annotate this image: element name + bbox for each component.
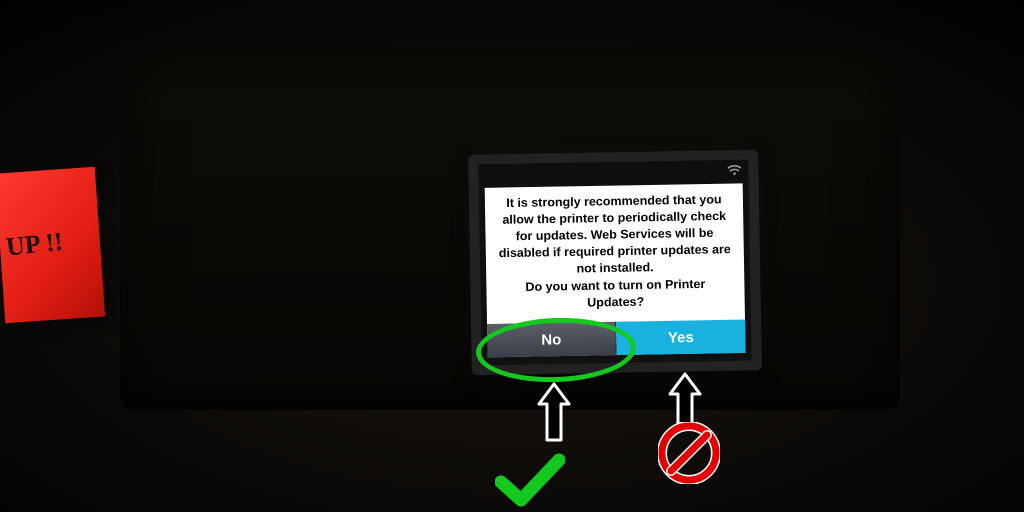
prohibit-icon	[658, 422, 720, 484]
no-button[interactable]: No	[487, 322, 617, 358]
printer-screen[interactable]: It is strongly recommended that you allo…	[478, 160, 751, 366]
yes-button[interactable]: Yes	[616, 320, 746, 356]
dialog-body: It is strongly recommended that you allo…	[495, 191, 734, 278]
arrow-up-icon	[537, 382, 571, 444]
sticky-note: UP !!	[0, 167, 105, 324]
dialog-text: It is strongly recommended that you allo…	[485, 183, 745, 324]
checkmark-icon	[495, 452, 565, 508]
printer-screen-bezel: It is strongly recommended that you allo…	[468, 150, 762, 376]
wifi-icon	[726, 162, 742, 178]
dialog-question: Do you want to turn on Printer Updates?	[496, 276, 735, 313]
sticky-note-text: UP !!	[5, 225, 97, 260]
arrow-up-icon	[668, 372, 702, 428]
dialog-buttons: No Yes	[487, 320, 746, 358]
update-dialog: It is strongly recommended that you allo…	[485, 183, 746, 357]
status-bar	[478, 160, 748, 184]
